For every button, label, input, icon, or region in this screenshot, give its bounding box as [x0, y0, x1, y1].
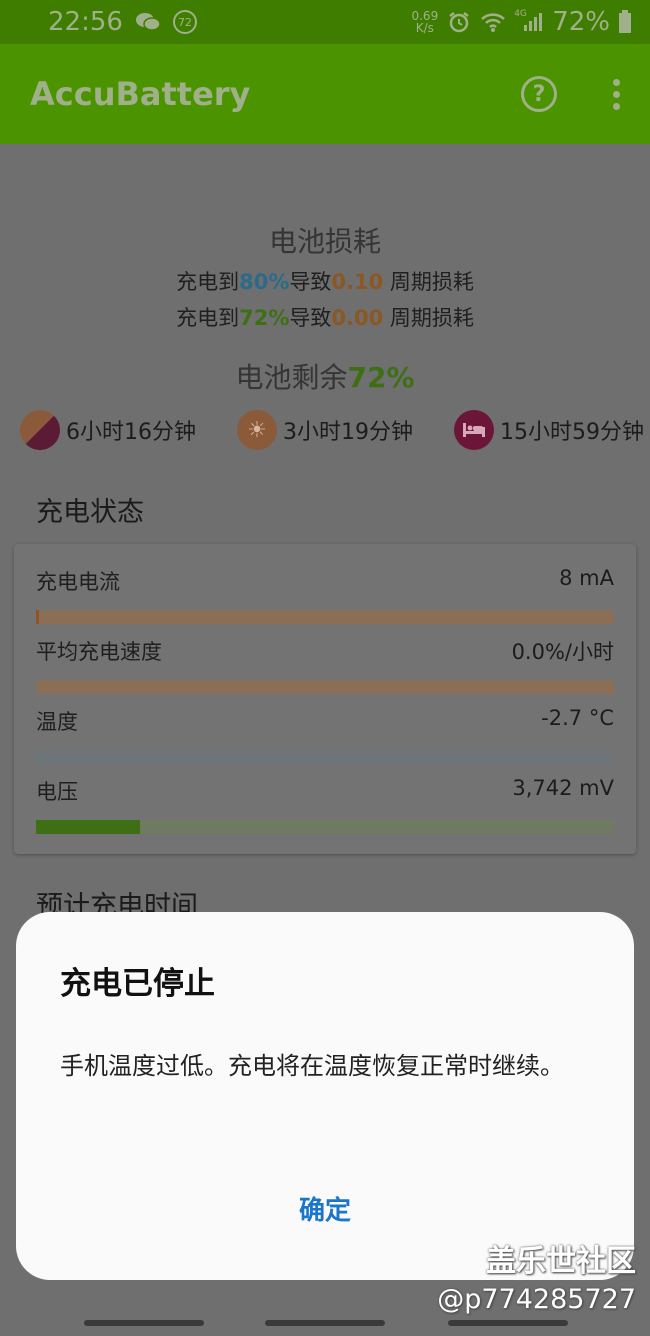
- charging-status-card: 充电电流 8 mA 平均充电速度 0.0%/小时温度 -2.7 °C 电压 3,742 mV: [14, 544, 636, 854]
- row-head: 平均充电速度 0.0%/小时: [36, 636, 614, 666]
- overflow-menu-icon[interactable]: [613, 78, 620, 110]
- row-value: 3,742 mV: [512, 776, 614, 800]
- row-value: -2.7 °C: [541, 706, 614, 730]
- remaining-percent: 72%: [347, 361, 415, 394]
- notification-badge: 72: [172, 10, 197, 34]
- charging-status-row: 平均充电速度 0.0%/小时: [36, 636, 614, 706]
- wear-line-prefix: 充电到: [176, 306, 240, 330]
- row-head: 充电电流 8 mA: [36, 566, 614, 596]
- dialog-message: 手机温度过低。充电将在温度恢复正常时继续。: [60, 1052, 564, 1080]
- nav-home[interactable]: [265, 1320, 385, 1326]
- sun-icon: ☀: [237, 410, 277, 450]
- status-bar: 22:56 72 0.69 K/s 4G 72%: [0, 0, 650, 44]
- sleep-time-value: 15小时59分钟: [500, 420, 644, 445]
- wear-title: 电池损耗: [268, 225, 381, 258]
- screen-on-time: 6小时16分钟: [20, 410, 196, 450]
- app-bar: AccuBattery ?: [0, 44, 650, 144]
- wear-line-mid: 导致: [289, 306, 332, 330]
- battery-icon: [618, 9, 632, 35]
- wear-cycles: 0.10: [331, 270, 384, 294]
- charging-status-row: 电压 3,742 mV: [36, 776, 614, 846]
- help-icon[interactable]: ?: [521, 76, 557, 112]
- row-value: 0.0%/小时: [511, 640, 614, 664]
- network-speed-unit: K/s: [415, 21, 434, 35]
- row-value: 8 mA: [559, 566, 614, 590]
- screen-on-icon: [20, 410, 60, 450]
- signal-label: 4G: [514, 9, 527, 19]
- row-progress-bar: [36, 680, 614, 694]
- remaining-times: 6小时16分钟 ☀ 3小时19分钟 15小时59分钟: [0, 410, 650, 450]
- wear-percent: 72%: [239, 306, 290, 330]
- battery-remaining: 电池剩余72%: [0, 356, 650, 396]
- nav-back[interactable]: [448, 1320, 568, 1326]
- watermark-community: 盖乐世社区: [486, 1244, 636, 1279]
- wear-cycles: 0.00: [331, 306, 384, 330]
- row-progress-bar: [36, 820, 614, 834]
- active-time-value: 3小时19分钟: [283, 420, 413, 445]
- wear-line-current: 充电到72%导致0.00 周期损耗: [0, 302, 650, 332]
- status-time: 22:56: [48, 7, 123, 37]
- row-label: 电压: [36, 780, 78, 804]
- app-title: AccuBattery: [30, 75, 251, 113]
- row-label: 平均充电速度: [36, 640, 162, 664]
- wear-percent: 80%: [239, 270, 290, 294]
- row-progress-bar: [36, 610, 614, 624]
- navigation-bar: [0, 1300, 650, 1336]
- row-head: 电压 3,742 mV: [36, 776, 614, 806]
- nav-recents[interactable]: [84, 1320, 204, 1326]
- main-content: 电池损耗 充电到80%导致0.10 周期损耗 充电到72%导致0.00 周期损耗…: [0, 144, 650, 529]
- wear-line-prefix: 充电到: [176, 270, 240, 294]
- ok-button[interactable]: 确定: [16, 1190, 634, 1227]
- battery-percent: 72%: [552, 7, 610, 37]
- screen-on-time-value: 6小时16分钟: [66, 420, 196, 445]
- alarm-icon: [446, 9, 472, 35]
- row-label: 充电电流: [36, 570, 120, 594]
- charging-status-row: 充电电流 8 mA: [36, 566, 614, 636]
- sleep-time: 15小时59分钟: [454, 410, 644, 450]
- row-label: 温度: [36, 710, 78, 734]
- active-time: ☀ 3小时19分钟: [237, 410, 413, 450]
- wear-line-80: 充电到80%导致0.10 周期损耗: [0, 266, 650, 296]
- wechat-icon: [135, 9, 161, 35]
- wear-line-mid: 导致: [289, 270, 332, 294]
- bed-icon: [454, 410, 494, 450]
- row-progress-bar: [36, 750, 614, 764]
- charging-status-title: 充电状态: [36, 497, 144, 528]
- row-head: 温度 -2.7 °C: [36, 706, 614, 736]
- wear-line-suffix: 周期损耗: [383, 306, 474, 330]
- row-progress-fill: [36, 820, 141, 834]
- charging-status-row: 温度 -2.7 °C: [36, 706, 614, 776]
- signal-icon: 4G: [514, 9, 544, 35]
- wifi-icon: [480, 9, 506, 35]
- charging-stopped-dialog: 充电已停止 手机温度过低。充电将在温度恢复正常时继续。 确定: [16, 912, 634, 1280]
- remaining-label: 电池剩余: [235, 361, 348, 394]
- row-progress-fill: [36, 610, 39, 624]
- network-speed: 0.69 K/s: [411, 10, 438, 34]
- dialog-title: 充电已停止: [60, 966, 215, 1002]
- wear-line-suffix: 周期损耗: [383, 270, 474, 294]
